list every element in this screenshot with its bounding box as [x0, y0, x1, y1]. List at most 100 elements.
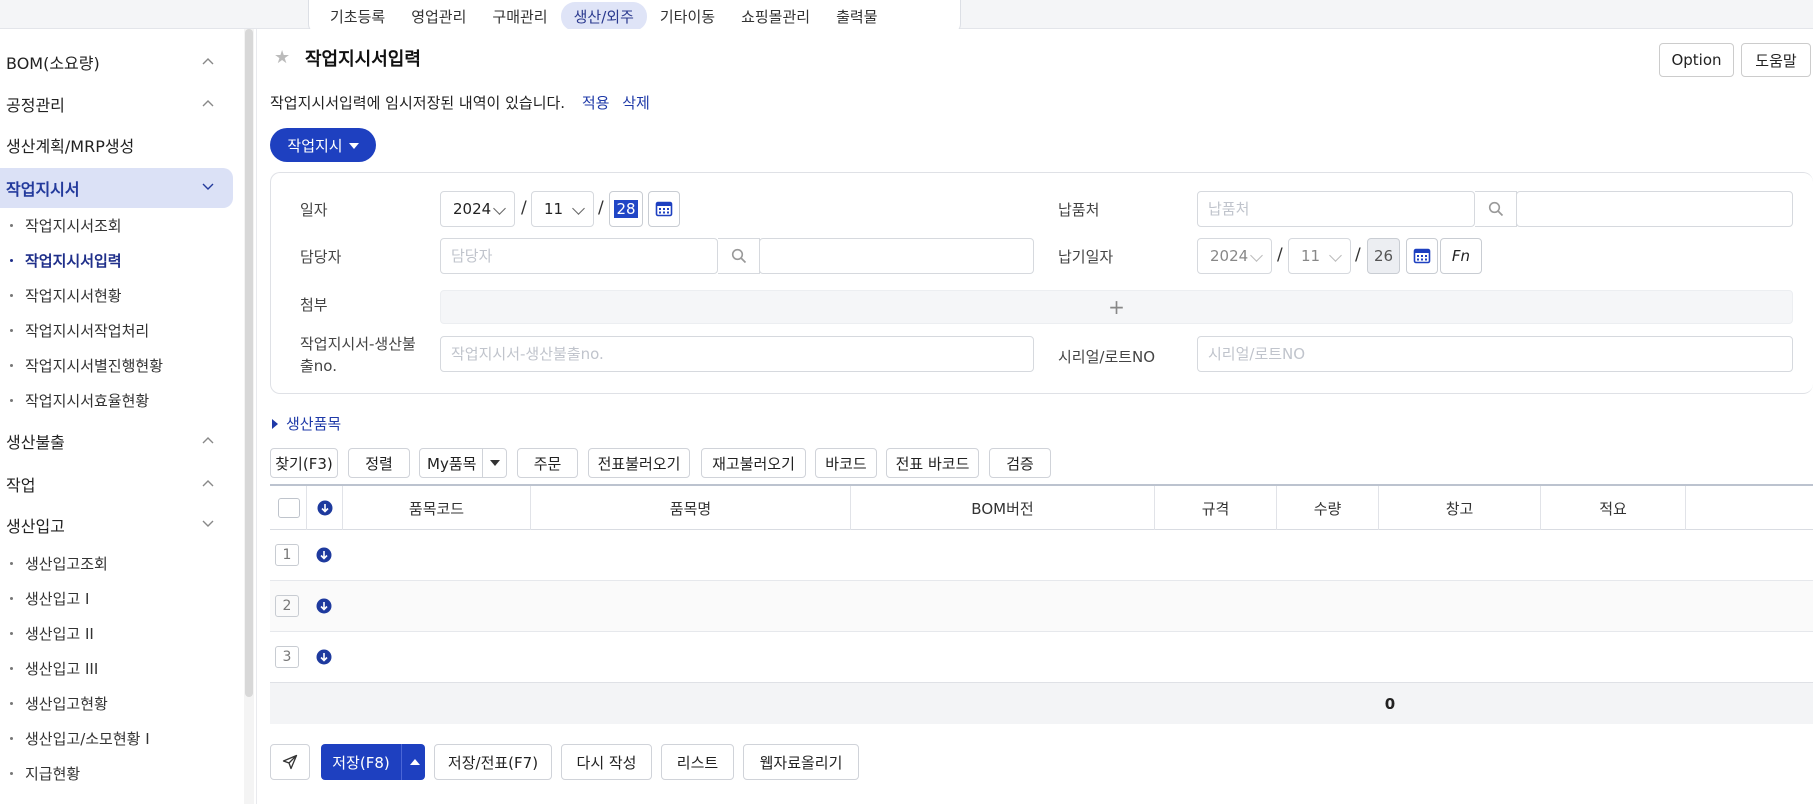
web-upload-button[interactable]: 웹자료올리기 [743, 744, 859, 780]
sidebar-group-work-order[interactable]: 작업지시서 [0, 168, 233, 208]
topnav-other-move[interactable]: 기타이동 [647, 2, 728, 31]
sidebar-group-label: BOM(소요량) [6, 54, 100, 73]
col-warehouse[interactable]: 창고 [1379, 486, 1541, 530]
due-day-value: 26 [1373, 247, 1394, 265]
topnav-production[interactable]: 생산/외주 [560, 2, 647, 31]
option-button[interactable]: Option [1659, 43, 1734, 77]
topnav-purchase[interactable]: 구매관리 [479, 2, 560, 31]
sidebar-item-label: 작업지시서현황 [25, 286, 122, 305]
sidebar-item-production-in-status[interactable]: 생산입고현황 [10, 689, 108, 717]
sort-button[interactable]: 정렬 [348, 448, 410, 478]
my-items-button[interactable]: My품목 [419, 448, 507, 478]
bullet-icon [10, 666, 13, 670]
delivery-search-button[interactable] [1475, 191, 1517, 227]
section-title: 생산품목 [286, 415, 342, 433]
due-day-input[interactable]: 26 [1367, 238, 1400, 274]
sidebar-group-process[interactable]: 공정관리 [0, 84, 233, 124]
col-remarks[interactable]: 적요 [1541, 486, 1686, 530]
sidebar-item-production-in-consumption[interactable]: 생산입고/소모현황 I [10, 724, 150, 752]
sidebar-item-work-order-process[interactable]: 작업지시서작업처리 [10, 316, 149, 344]
section-production-items-toggle[interactable]: 생산품목 [272, 413, 341, 434]
col-bom-version[interactable]: BOM버전 [851, 486, 1155, 530]
circle-down-icon[interactable] [316, 649, 332, 665]
attach-add-button[interactable]: + [440, 290, 1793, 324]
save-slip-button[interactable]: 저장/전표(F7) [434, 744, 552, 780]
date-month-select[interactable]: 11 [531, 191, 594, 227]
select-all-checkbox[interactable] [278, 498, 300, 518]
load-slip-button[interactable]: 전표불러오기 [588, 448, 690, 478]
due-month-select[interactable]: 11 [1288, 238, 1351, 274]
list-button[interactable]: 리스트 [661, 744, 734, 780]
grid-header: 품목코드 품목명 BOM버전 규격 수량 창고 적요 [270, 486, 1813, 530]
date-separator: / [598, 198, 604, 218]
barcode-button[interactable]: 바코드 [815, 448, 877, 478]
sidebar-item-production-in-3[interactable]: 생산입고 III [10, 654, 98, 682]
manager-code-input[interactable] [440, 238, 718, 274]
sidebar-item-production-in-2[interactable]: 생산입고 II [10, 619, 94, 647]
sidebar-group-issue[interactable]: 생산불출 [0, 421, 233, 461]
due-year-select[interactable]: 2024 [1197, 238, 1272, 274]
sidebar-group-mrp[interactable]: 생산계획/MRP생성 [0, 125, 233, 165]
sidebar-item-supply-status[interactable]: 지급현황 [10, 759, 80, 787]
due-calendar-button[interactable] [1406, 238, 1438, 274]
date-calendar-button[interactable] [648, 191, 680, 227]
bullet-icon [10, 398, 13, 402]
sidebar-item-production-in-list[interactable]: 생산입고조회 [10, 549, 108, 577]
save-button[interactable]: 저장(F8) [321, 744, 425, 780]
circle-down-icon[interactable] [317, 500, 333, 516]
sidebar-group-production-in[interactable]: 생산입고 [0, 505, 233, 545]
sidebar-item-production-in-1[interactable]: 생산입고 I [10, 584, 89, 612]
verify-button[interactable]: 검증 [989, 448, 1051, 478]
date-month-value: 11 [544, 200, 564, 218]
order-type-dropdown[interactable]: 작업지시 [270, 128, 376, 162]
table-row[interactable]: 2 [270, 581, 1813, 632]
manager-name-input[interactable] [759, 238, 1034, 274]
date-year-select[interactable]: 2024 [440, 191, 515, 227]
topnav-basic[interactable]: 기초등록 [317, 2, 398, 31]
scrollbar-thumb[interactable] [245, 29, 253, 697]
table-row[interactable]: 1 [270, 530, 1813, 581]
my-items-dropdown[interactable] [482, 449, 506, 477]
find-button[interactable]: 찾기(F3) [270, 448, 338, 478]
slip-barcode-button[interactable]: 전표 바코드 [886, 448, 979, 478]
table-row[interactable]: 3 [270, 632, 1813, 683]
sidebar-group-label: 생산불출 [6, 433, 65, 452]
caret-up-icon[interactable] [410, 759, 420, 765]
topnav-print[interactable]: 출력물 [823, 2, 890, 31]
serial-lot-input[interactable] [1197, 336, 1793, 372]
sidebar-scrollbar[interactable] [244, 29, 254, 804]
col-item-code[interactable]: 품목코드 [343, 486, 531, 530]
sidebar-group-bom[interactable]: BOM(소요량) [0, 42, 233, 82]
delivery-code-input[interactable] [1197, 191, 1475, 227]
circle-down-icon[interactable] [316, 547, 332, 563]
notice-apply-link[interactable]: 적용 [582, 94, 610, 112]
topnav-shopping-mall[interactable]: 쇼핑몰관리 [728, 2, 823, 31]
grid-footer: 0 [270, 682, 1813, 724]
sidebar-item-work-order-list[interactable]: 작업지시서조회 [10, 211, 122, 239]
col-quantity[interactable]: 수량 [1277, 486, 1379, 530]
sidebar-item-work-order-progress[interactable]: 작업지시서별진행현황 [10, 351, 163, 379]
col-spec[interactable]: 규격 [1155, 486, 1277, 530]
favorite-star-icon[interactable]: ★ [274, 47, 290, 68]
send-icon [282, 754, 298, 770]
issue-no-input[interactable] [440, 336, 1034, 372]
sidebar-item-work-order-status[interactable]: 작업지시서현황 [10, 281, 122, 309]
fn-button[interactable]: Fn [1440, 238, 1482, 274]
col-item-name[interactable]: 품목명 [531, 486, 851, 530]
notice-delete-link[interactable]: 삭제 [622, 94, 650, 112]
help-button[interactable]: 도움말 [1741, 43, 1811, 77]
circle-down-icon[interactable] [316, 598, 332, 614]
sidebar-item-work-order-efficiency[interactable]: 작업지시서효율현황 [10, 386, 149, 414]
sidebar-group-task[interactable]: 작업 [0, 464, 233, 504]
topnav-sales[interactable]: 영업관리 [398, 2, 479, 31]
load-stock-button[interactable]: 재고불러오기 [701, 448, 806, 478]
delivery-name-input[interactable] [1516, 191, 1793, 227]
sidebar-item-work-order-input[interactable]: 작업지시서입력 [10, 246, 122, 274]
sidebar-item-label: 생산입고현황 [25, 694, 108, 713]
date-day-input[interactable]: 28 [609, 191, 643, 227]
send-button[interactable] [270, 744, 310, 780]
order-button[interactable]: 주문 [517, 448, 578, 478]
manager-search-button[interactable] [718, 238, 760, 274]
issue-no-label-line1: 작업지시서-생산불 [300, 335, 416, 353]
rewrite-button[interactable]: 다시 작성 [561, 744, 652, 780]
